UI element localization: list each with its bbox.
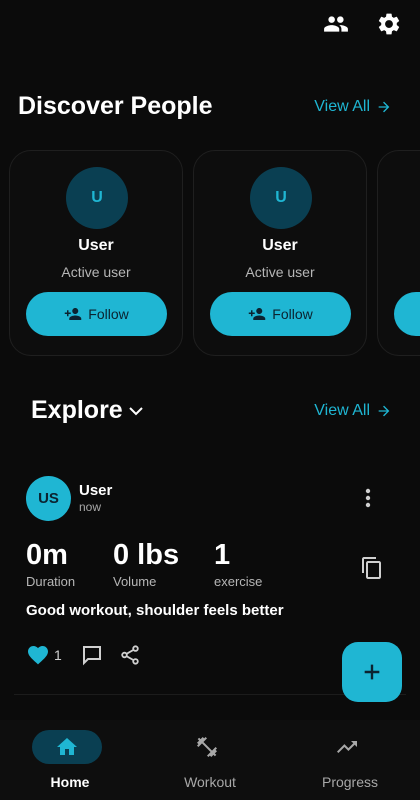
discover-title: Discover People [18, 92, 213, 120]
nav-item-progress[interactable]: Progress [280, 720, 420, 800]
home-icon [32, 730, 102, 764]
nav-item-home[interactable]: Home [0, 720, 140, 800]
person-add-icon [249, 308, 266, 320]
user-status: Active user [61, 264, 131, 280]
comment-icon[interactable] [80, 643, 104, 672]
plus-icon [364, 664, 380, 680]
explore-view-all-link[interactable]: View All [314, 402, 392, 420]
user-card[interactable]: U User Active user Follow [193, 150, 367, 356]
view-all-label: View All [314, 98, 370, 115]
people-icon[interactable] [322, 10, 350, 38]
post-note: Good workout, shoulder feels better [26, 602, 284, 619]
bottom-navigation: Home Workout Progress [0, 720, 420, 800]
follow-button[interactable]: Follow [210, 292, 351, 336]
user-status: Active user [245, 264, 315, 280]
stat-label: Duration [26, 574, 76, 589]
post-timestamp: now [79, 500, 102, 514]
nav-label: Workout [184, 774, 236, 790]
user-name: User [262, 237, 298, 254]
user-name: User [78, 237, 114, 254]
add-workout-button[interactable] [342, 642, 402, 702]
top-bar [0, 0, 420, 48]
nav-label: Home [50, 774, 90, 790]
avatar: U [66, 167, 128, 229]
nav-item-workout[interactable]: Workout [140, 720, 280, 800]
like-count: 1 [54, 647, 62, 663]
user-card-partial[interactable] [377, 150, 420, 356]
trending-up-icon [312, 730, 382, 764]
chevron-down-icon[interactable] [128, 404, 144, 423]
heart-icon[interactable] [26, 643, 50, 672]
stat-value: 0 lbs [113, 539, 180, 571]
stat-value: 1 [214, 539, 231, 571]
stat-volume: 0 lbs Volume [113, 538, 179, 589]
follow-label: Follow [272, 306, 313, 322]
arrow-right-icon [378, 101, 390, 113]
more-vert-icon[interactable] [358, 486, 378, 510]
explore-header: Explore View All [0, 392, 420, 432]
arrow-right-icon [378, 405, 390, 417]
nav-label: Progress [321, 774, 379, 790]
stat-label: exercise [214, 574, 263, 589]
stat-value: 0m [26, 539, 68, 571]
discover-header: Discover People View All [0, 88, 420, 128]
stat-exercises: 1 exercise [214, 538, 262, 589]
copy-icon[interactable] [360, 556, 384, 585]
dumbbell-icon [172, 730, 242, 764]
avatar[interactable]: US [26, 476, 71, 521]
stat-label: Volume [113, 574, 157, 589]
gear-icon[interactable] [375, 10, 403, 38]
follow-button[interactable]: Follow [26, 292, 167, 336]
user-card[interactable]: U User Active user Follow [9, 150, 183, 356]
stat-duration: 0m Duration [26, 538, 75, 589]
explore-title[interactable]: Explore [31, 396, 123, 425]
discover-cards-carousel[interactable]: U User Active user Follow U User Active … [0, 150, 420, 358]
follow-button[interactable] [394, 292, 420, 336]
follow-label: Follow [88, 306, 129, 322]
avatar: U [250, 167, 312, 229]
view-all-label: View All [314, 402, 370, 419]
discover-view-all-link[interactable]: View All [314, 98, 392, 116]
post-username[interactable]: User [79, 482, 112, 499]
person-add-icon [65, 308, 82, 320]
share-icon[interactable] [119, 643, 141, 672]
post-actions: 1 [26, 643, 226, 667]
